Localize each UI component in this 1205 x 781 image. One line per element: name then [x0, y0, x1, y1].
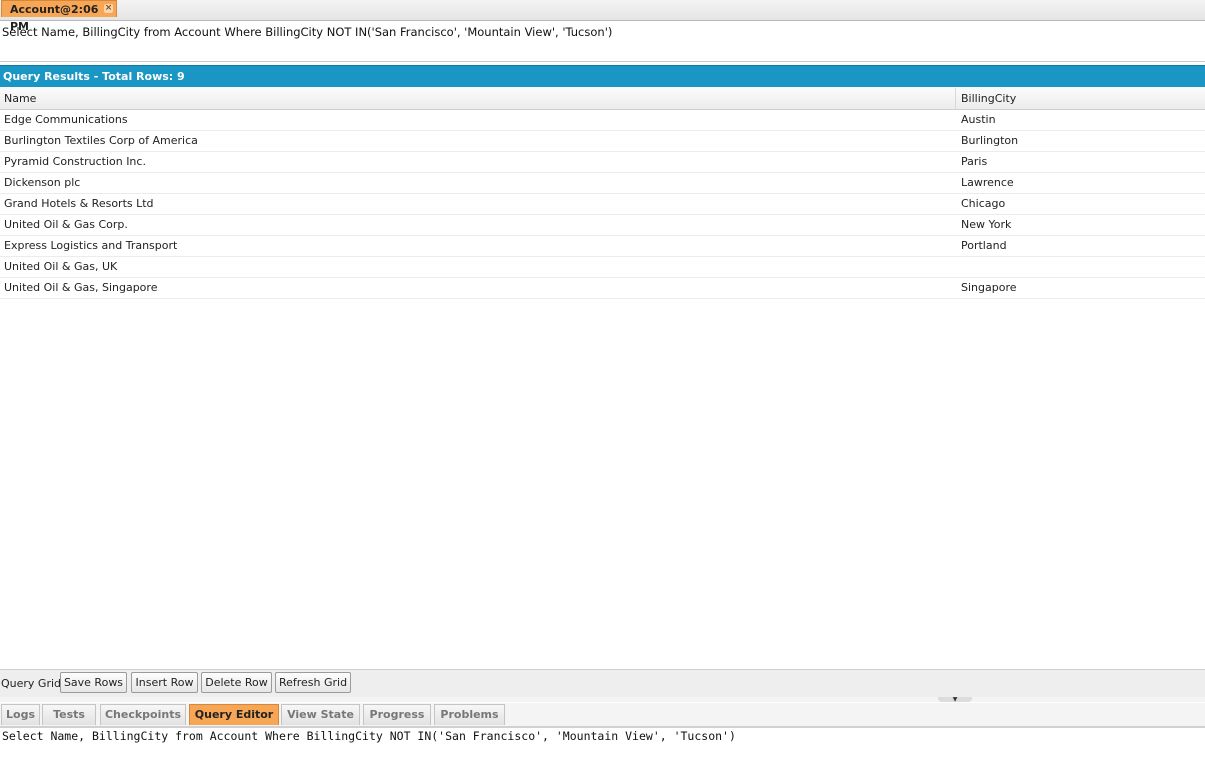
tab-query-editor[interactable]: Query Editor [189, 704, 279, 725]
query-editor-text[interactable]: Select Name, BillingCity from Account Wh… [2, 729, 736, 743]
column-header-billingcity[interactable]: BillingCity [961, 88, 1016, 109]
tab-checkpoints[interactable]: Checkpoints [100, 704, 186, 725]
column-resize-handle[interactable] [955, 88, 956, 109]
cell-name[interactable]: Pyramid Construction Inc. [4, 152, 146, 172]
tab-logs[interactable]: Logs [1, 704, 40, 725]
table-row[interactable]: United Oil & Gas Corp. New York [0, 215, 1205, 236]
table-row[interactable]: Express Logistics and Transport Portland [0, 236, 1205, 257]
insert-row-button[interactable]: Insert Row [131, 672, 198, 693]
cell-billingcity[interactable]: Paris [961, 152, 987, 172]
bottom-panel-tabs: Logs Tests Checkpoints Query Editor View Sta… [0, 703, 1205, 728]
cell-billingcity[interactable]: New York [961, 215, 1011, 235]
results-grid: Name BillingCity Edge Communications Aust… [0, 88, 1205, 299]
table-row[interactable]: United Oil & Gas, Singapore Singapore [0, 278, 1205, 299]
grid-body: Edge Communications Austin Burlington Text… [0, 110, 1205, 299]
close-icon[interactable]: × [104, 4, 113, 13]
editor-tab-strip: Account@2:06 PM × [0, 0, 1205, 33]
delete-row-button[interactable]: Delete Row [201, 672, 272, 693]
column-header-name[interactable]: Name [4, 88, 36, 109]
cell-billingcity[interactable]: Portland [961, 236, 1007, 256]
query-text: Select Name, BillingCity from Account Wh… [2, 25, 613, 39]
cell-billingcity[interactable]: Lawrence [961, 173, 1014, 193]
refresh-grid-button[interactable]: Refresh Grid [275, 672, 351, 693]
table-row[interactable]: Burlington Textiles Corp of America Burli… [0, 131, 1205, 152]
grid-header-row: Name BillingCity [0, 88, 1205, 110]
table-row[interactable]: Edge Communications Austin [0, 110, 1205, 131]
cell-billingcity[interactable]: Austin [961, 110, 996, 130]
table-row[interactable]: Pyramid Construction Inc. Paris [0, 152, 1205, 173]
toolbar-label: Query Grid: [1, 677, 65, 690]
tab-progress[interactable]: Progress [363, 704, 431, 725]
cell-name[interactable]: Edge Communications [4, 110, 128, 130]
chevron-down-icon: ▼ [952, 696, 958, 703]
tab-account-query[interactable]: Account@2:06 PM × [1, 0, 117, 33]
tab-tests[interactable]: Tests [42, 704, 96, 725]
cell-billingcity[interactable]: Chicago [961, 194, 1005, 214]
panel-splitter[interactable]: ▼ [0, 696, 1205, 703]
splitter-grip[interactable]: ▼ [938, 696, 972, 703]
cell-name[interactable]: United Oil & Gas, UK [4, 257, 117, 277]
cell-name[interactable]: United Oil & Gas Corp. [4, 215, 128, 235]
cell-billingcity[interactable]: Burlington [961, 131, 1018, 151]
cell-name[interactable]: Burlington Textiles Corp of America [4, 131, 198, 151]
cell-name[interactable]: Dickenson plc [4, 173, 80, 193]
divider [0, 61, 1205, 62]
cell-name[interactable]: United Oil & Gas, Singapore [4, 278, 157, 298]
cell-name[interactable]: Express Logistics and Transport [4, 236, 177, 256]
save-rows-button[interactable]: Save Rows [60, 672, 127, 693]
results-header: Query Results - Total Rows: 9 [0, 65, 1205, 87]
table-row[interactable]: Dickenson plc Lawrence [0, 173, 1205, 194]
tab-problems[interactable]: Problems [434, 704, 505, 725]
table-row[interactable]: United Oil & Gas, UK [0, 257, 1205, 278]
cell-billingcity[interactable]: Singapore [961, 278, 1017, 298]
tab-view-state[interactable]: View State [281, 704, 360, 725]
cell-name[interactable]: Grand Hotels & Resorts Ltd [4, 194, 154, 214]
table-row[interactable]: Grand Hotels & Resorts Ltd Chicago [0, 194, 1205, 215]
query-grid-toolbar: Query Grid: Save Rows Insert Row Delete … [0, 669, 1205, 698]
